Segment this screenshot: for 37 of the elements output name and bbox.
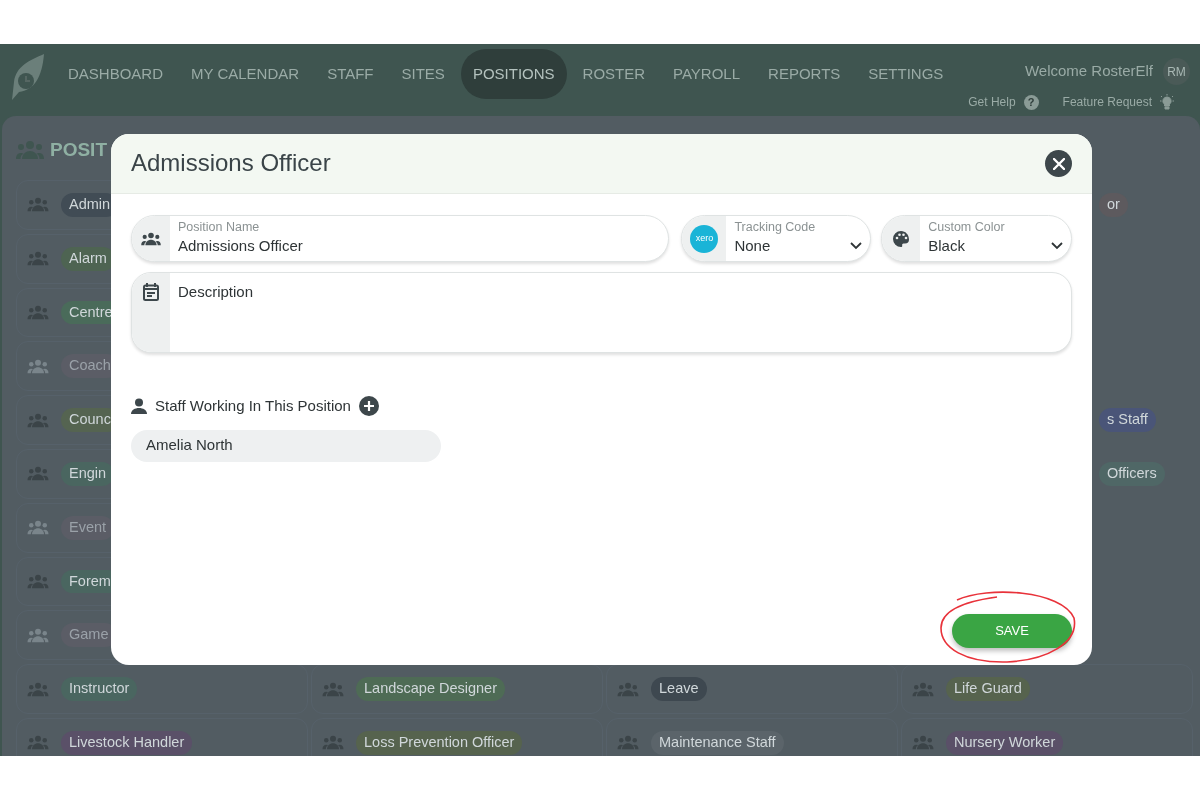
position-tag[interactable]: Landscape Designer <box>356 677 505 701</box>
feature-request-link[interactable]: Feature Request <box>1062 93 1152 111</box>
logo-icon: xero <box>690 224 719 253</box>
nav-tab[interactable]: PAYROLL <box>661 48 753 100</box>
nav-tab[interactable]: MY CALENDAR <box>179 48 312 100</box>
save-button[interactable]: SAVE <box>952 614 1072 648</box>
modal-title: Admissions Officer <box>131 149 331 178</box>
description-field[interactable]: Description <box>131 272 1072 353</box>
tracking-code-select[interactable]: xero Tracking Code None <box>681 215 872 262</box>
field-label: Position Name <box>178 220 261 235</box>
position-name-field[interactable]: Position Name Admissions Officer <box>131 215 670 262</box>
page-title: POSIT <box>50 137 107 162</box>
position-tag[interactable]: Nursery Worker <box>946 731 1064 755</box>
position-tag[interactable]: Livestock Handler <box>61 731 193 755</box>
nav-tab[interactable]: STAFF <box>315 48 386 100</box>
help-icon[interactable]: ? <box>1023 94 1039 110</box>
position-tag[interactable]: Officers <box>1099 462 1165 486</box>
position-tag[interactable]: Leave <box>651 677 707 701</box>
custom-color-select[interactable]: Custom Color Black <box>881 215 1072 262</box>
avatar[interactable]: RM <box>1163 58 1190 85</box>
nav-tab[interactable]: ROSTER <box>570 48 658 100</box>
help-link[interactable]: Get Help <box>968 93 1016 111</box>
nav-tab[interactable]: SITES <box>389 48 457 100</box>
position-tag[interactable]: Loss Prevention Officer <box>356 731 523 755</box>
nav-tab[interactable]: SETTINGS <box>856 48 956 100</box>
position-tag[interactable]: or <box>1099 193 1128 217</box>
position-tag[interactable]: Life Guard <box>946 677 1030 701</box>
staff-chip[interactable]: Amelia North <box>131 429 441 462</box>
nav-tab[interactable]: POSITIONS <box>460 48 567 100</box>
field-value: Admissions Officer <box>178 236 304 256</box>
nav-tab[interactable]: REPORTS <box>756 48 853 100</box>
position-tag[interactable]: s Staff <box>1099 408 1156 432</box>
position-tag[interactable]: Instructor <box>61 677 138 701</box>
nav-tab[interactable]: DASHBOARD <box>56 48 176 100</box>
welcome-text: Welcome RosterElf <box>1024 61 1153 82</box>
section-heading: Staff Working In This Position <box>155 396 351 416</box>
position-tag[interactable]: Maintenance Staff <box>651 731 784 755</box>
